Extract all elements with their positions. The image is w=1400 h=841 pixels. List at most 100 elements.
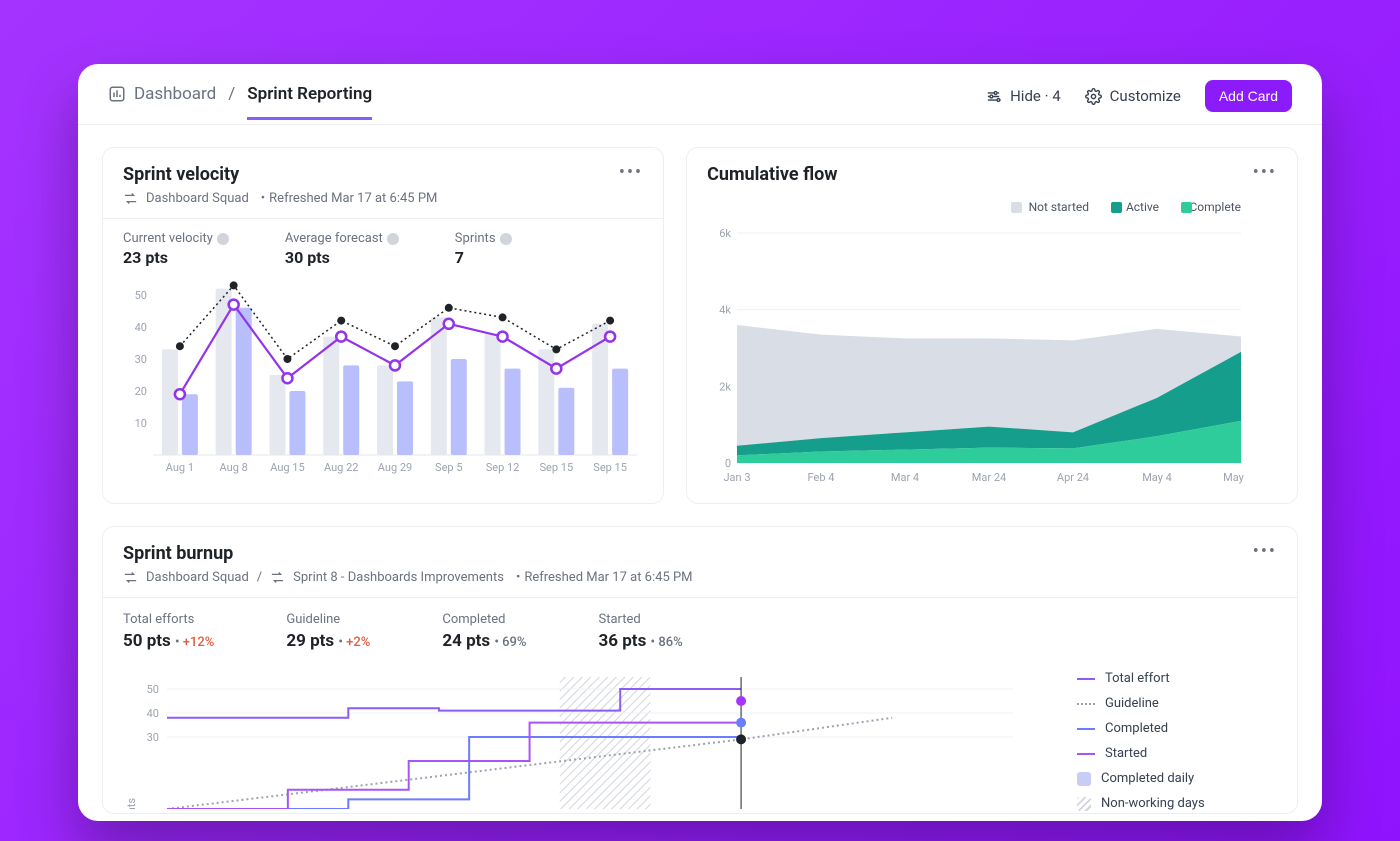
burnup-menu-button[interactable]: ••• (1253, 543, 1277, 561)
svg-text:Not started: Not started (1029, 200, 1089, 214)
hide-button[interactable]: Hide · 4 (985, 87, 1061, 105)
velocity-title: Sprint velocity (123, 164, 437, 185)
app-window: Dashboard / Sprint Reporting Hide · 4 Cu… (78, 64, 1322, 821)
svg-text:Aug 29: Aug 29 (378, 461, 412, 474)
hide-label: Hide · 4 (1010, 87, 1061, 105)
stat-completed-value: 24 pts (442, 631, 490, 651)
svg-text:6k: 6k (719, 227, 731, 240)
svg-text:Complete: Complete (1190, 200, 1242, 214)
legend-started[interactable]: Started (1077, 746, 1277, 761)
burnup-body: 30 40 50 ints Total effort Guideline Comple… (103, 659, 1297, 813)
svg-text:Jan 3: Jan 3 (724, 471, 751, 484)
svg-text:20: 20 (135, 385, 147, 398)
velocity-refreshed: Refreshed Mar 17 at 6:45 PM (257, 191, 438, 206)
svg-text:Active: Active (1126, 200, 1159, 214)
stat-started-pct: 86% (658, 635, 682, 650)
breadcrumb-current-label: Sprint Reporting (247, 84, 372, 104)
velocity-menu-button[interactable]: ••• (619, 164, 643, 182)
svg-text:Sep 12: Sep 12 (486, 461, 520, 474)
svg-text:Mar 24: Mar 24 (972, 471, 1006, 484)
svg-text:40: 40 (135, 321, 147, 334)
stat-completed-pct: 69% (502, 635, 526, 650)
bc-sep: / (257, 570, 262, 585)
burnup-sprint: Sprint 8 - Dashboards Improvements (293, 570, 504, 585)
customize-button[interactable]: Customize (1085, 87, 1181, 105)
stat-guideline: Guideline 29 pts • +2% (286, 612, 370, 651)
top-row: Sprint velocity Dashboard Squad Refreshe… (102, 147, 1298, 504)
svg-text:0: 0 (725, 457, 731, 470)
svg-text:Mar 4: Mar 4 (891, 471, 919, 484)
stat-forecast: Average forecast 30 pts (285, 231, 399, 267)
info-icon[interactable] (217, 233, 229, 245)
stat-forecast-label: Average forecast (285, 231, 383, 246)
svg-text:May 15: May 15 (1223, 471, 1247, 484)
sprint-loop-icon (123, 570, 138, 585)
breadcrumb-current[interactable]: Sprint Reporting (247, 84, 372, 120)
burnup-legend: Total effort Guideline Completed Started… (1077, 669, 1277, 813)
breadcrumb-root[interactable]: Dashboard (108, 84, 216, 120)
gear-icon (1085, 88, 1102, 105)
velocity-chart: 1020304050Aug 1Aug 8Aug 15Aug 22Aug 29Se… (103, 271, 663, 493)
stat-total-value: 50 pts (123, 631, 171, 651)
stat-total: Total efforts 50 pts • +12% (123, 612, 214, 651)
cumulative-title: Cumulative flow (707, 164, 837, 185)
customize-label: Customize (1110, 87, 1181, 105)
breadcrumb-separator: / (228, 84, 235, 120)
info-icon[interactable] (387, 233, 399, 245)
velocity-chart-svg: 1020304050Aug 1Aug 8Aug 15Aug 22Aug 29Se… (123, 275, 643, 475)
burnup-refreshed: Refreshed Mar 17 at 6:45 PM (512, 570, 693, 585)
stat-started-value: 36 pts (599, 631, 647, 651)
breadcrumb-root-label: Dashboard (134, 84, 216, 104)
content: Sprint velocity Dashboard Squad Refreshe… (78, 125, 1322, 821)
stat-sprints: Sprints 7 (455, 231, 512, 267)
svg-text:10: 10 (135, 417, 147, 430)
cumulative-menu-button[interactable]: ••• (1253, 164, 1277, 182)
legend-non-working[interactable]: Non-working days (1077, 796, 1277, 811)
svg-text:Aug 8: Aug 8 (220, 461, 248, 474)
legend-guideline[interactable]: Guideline (1077, 696, 1277, 711)
sprint-loop-icon (123, 191, 138, 206)
svg-text:50: 50 (135, 289, 147, 302)
svg-text:Sep 15: Sep 15 (540, 461, 574, 474)
legend-total-effort[interactable]: Total effort (1077, 671, 1277, 686)
stat-forecast-value: 30 pts (285, 248, 399, 267)
info-icon[interactable] (500, 233, 512, 245)
dashboard-icon (108, 85, 126, 103)
svg-text:May 4: May 4 (1142, 471, 1172, 484)
stat-total-delta: +12% (183, 635, 215, 650)
stat-completed-label: Completed (442, 612, 526, 627)
stat-total-label: Total efforts (123, 612, 214, 627)
svg-text:2k: 2k (719, 380, 731, 393)
svg-text:Aug 22: Aug 22 (324, 461, 358, 474)
svg-text:ints: ints (125, 798, 138, 809)
svg-text:Aug 1: Aug 1 (166, 461, 194, 474)
stat-guideline-value: 29 pts (286, 631, 334, 651)
cumulative-body: Complete Active Not started 0 2k 4k 6k Jan 3 Feb… (687, 197, 1297, 503)
svg-text:40: 40 (147, 707, 159, 720)
stat-sprints-value: 7 (455, 248, 512, 267)
cumulative-card: Cumulative flow ••• Complete Active Not st… (686, 147, 1298, 504)
add-card-button[interactable]: Add Card (1205, 80, 1292, 112)
burnup-squad: Dashboard Squad (146, 570, 249, 585)
stat-guideline-label: Guideline (286, 612, 370, 627)
svg-text:30: 30 (135, 353, 147, 366)
sliders-icon (985, 88, 1002, 105)
velocity-stats: Current velocity 23 pts Average forecast… (103, 218, 663, 271)
burnup-title: Sprint burnup (123, 543, 693, 564)
legend-completed[interactable]: Completed (1077, 721, 1277, 736)
stat-started: Started 36 pts • 86% (599, 612, 683, 651)
stat-current-value: 23 pts (123, 248, 229, 267)
breadcrumb: Dashboard / Sprint Reporting (108, 84, 372, 120)
svg-text:4k: 4k (719, 304, 731, 317)
svg-text:50: 50 (147, 683, 159, 696)
stat-sprints-label: Sprints (455, 231, 496, 246)
svg-text:30: 30 (147, 731, 159, 744)
svg-text:Feb 4: Feb 4 (808, 471, 835, 484)
legend-completed-daily[interactable]: Completed daily (1077, 771, 1277, 786)
burnup-chart-wrap: 30 40 50 ints (123, 669, 1037, 813)
burnup-chart-svg: 30 40 50 ints (123, 669, 1023, 809)
stat-current-label: Current velocity (123, 231, 213, 246)
burnup-card: Sprint burnup Dashboard Squad / Sprint 8… (102, 526, 1298, 814)
velocity-squad: Dashboard Squad (146, 191, 249, 206)
svg-text:Sep 5: Sep 5 (435, 461, 462, 474)
